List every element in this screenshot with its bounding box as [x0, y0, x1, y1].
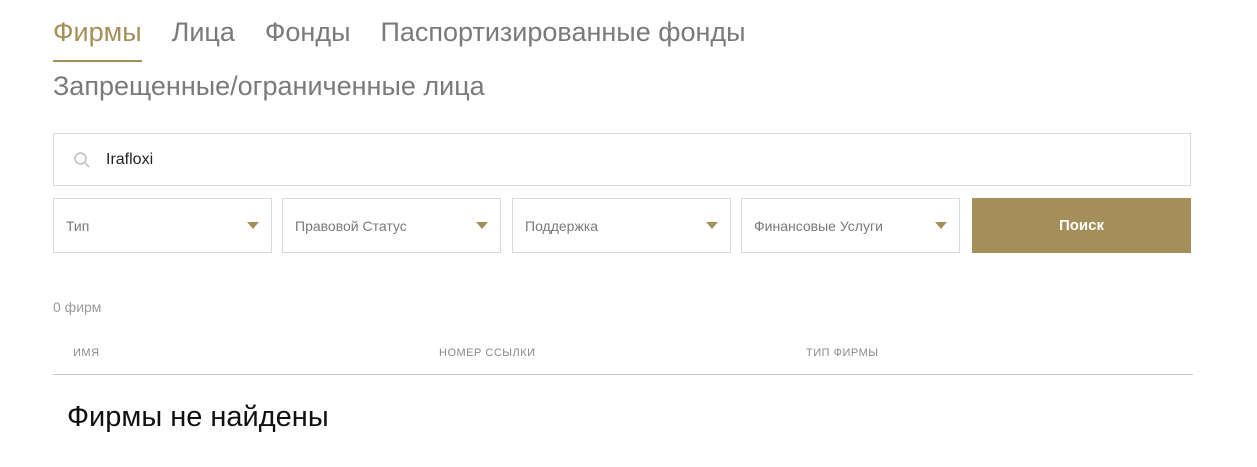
search-icon: [72, 150, 92, 170]
filter-financial-services-label: Финансовые Услуги: [754, 217, 883, 234]
column-header-reference-number[interactable]: НОМЕР ССЫЛКИ: [439, 347, 536, 359]
column-header-firm-type[interactable]: ТИП ФИРМЫ: [806, 347, 878, 359]
chevron-down-icon: [706, 222, 718, 229]
tab-persons[interactable]: Лица: [172, 14, 235, 62]
tab-passported-funds[interactable]: Паспортизированные фонды: [381, 14, 746, 62]
filter-type[interactable]: Тип: [53, 198, 272, 253]
column-header-name[interactable]: ИМЯ: [73, 347, 100, 359]
tab-bar: Фирмы Лица Фонды Паспортизированные фонд…: [53, 14, 776, 62]
filter-support-label: Поддержка: [525, 217, 599, 234]
search-box[interactable]: [53, 133, 1191, 186]
empty-results-message: Фирмы не найдены: [67, 401, 329, 433]
tab-prohibited-persons[interactable]: Запрещенные/ограниченные лица: [53, 68, 485, 104]
result-count: 0 фирм: [53, 299, 102, 315]
chevron-down-icon: [247, 222, 259, 229]
search-button[interactable]: Поиск: [972, 198, 1191, 253]
tab-funds[interactable]: Фонды: [265, 14, 351, 62]
filter-legal-status[interactable]: Правовой Статус: [282, 198, 501, 253]
filter-legal-status-label: Правовой Статус: [295, 217, 407, 234]
table-header: ИМЯ НОМЕР ССЫЛКИ ТИП ФИРМЫ: [53, 338, 1193, 375]
tab-firms[interactable]: Фирмы: [53, 14, 142, 62]
page: Фирмы Лица Фонды Паспортизированные фонд…: [0, 0, 1257, 467]
filter-type-label: Тип: [66, 217, 90, 234]
filter-support[interactable]: Поддержка: [512, 198, 731, 253]
filter-financial-services[interactable]: Финансовые Услуги: [741, 198, 960, 253]
chevron-down-icon: [935, 222, 947, 229]
search-input[interactable]: [104, 149, 1108, 170]
chevron-down-icon: [476, 222, 488, 229]
